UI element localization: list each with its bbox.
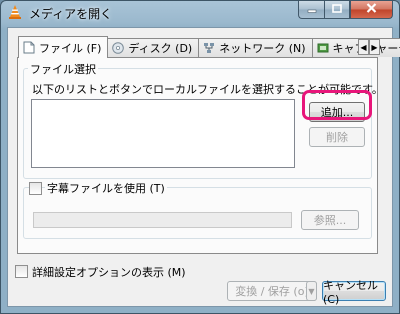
subtitle-browse-button[interactable]: 参照... [301, 210, 359, 230]
chevron-down-icon: ▼ [308, 286, 315, 296]
tab-scroll-right-button[interactable]: ▶ [369, 39, 380, 55]
subtitle-checkbox-label: 字幕ファイルを使用 (T) [45, 180, 167, 196]
convert-save-button[interactable]: 変換 / 保存 (o) [227, 281, 317, 301]
advanced-options-checkbox[interactable] [15, 265, 28, 278]
tab-network-label: ネットワーク (N) [219, 42, 306, 55]
tab-scroll-buttons: ◀ ▶ [358, 39, 380, 55]
network-icon [203, 42, 215, 54]
subtitle-group: 字幕ファイルを使用 (T) 参照... [23, 180, 372, 239]
convert-save-dropdown[interactable]: ▼ [306, 281, 317, 301]
maximize-button[interactable] [324, 1, 350, 19]
add-button-highlight [302, 90, 372, 120]
capture-icon [317, 42, 329, 54]
tab-disc-label: ディスク (D) [128, 42, 193, 55]
arrow-right-icon: ▶ [371, 42, 378, 52]
arrow-left-icon: ◀ [360, 42, 367, 52]
file-tab-panel: ファイル選択 以下のリストとボタンでローカルファイルを選択することが可能です。 … [17, 57, 383, 254]
file-selection-title: ファイル選択 [28, 61, 98, 77]
tab-file[interactable]: ファイル (F) [18, 36, 109, 58]
tab-scroll-left-button[interactable]: ◀ [358, 39, 369, 55]
tab-network[interactable]: ネットワーク (N) [198, 38, 313, 57]
caption-buttons [298, 1, 393, 20]
vlc-cone-icon [7, 4, 23, 20]
tab-file-label: ファイル (F) [39, 41, 102, 55]
minimize-icon [307, 3, 317, 16]
tab-disc[interactable]: ディスク (D) [107, 38, 200, 57]
cancel-button[interactable]: キャンセル (C) [322, 279, 386, 306]
remove-file-button[interactable]: 削除 [309, 127, 365, 147]
open-media-dialog: メディアを開く ファイル (F) ディスク (D) ネットワーク (N) ◀ ▶… [0, 0, 400, 314]
file-selection-group: ファイル選択 以下のリストとボタンでローカルファイルを選択することが可能です。 … [23, 61, 383, 179]
file-icon [23, 41, 35, 54]
file-list[interactable] [31, 99, 295, 168]
close-button[interactable] [350, 1, 393, 19]
subtitle-checkbox[interactable] [29, 182, 42, 195]
maximize-icon [332, 3, 342, 16]
title-bar: メディアを開く [1, 1, 399, 25]
window-title: メディアを開く [29, 7, 113, 21]
subtitle-path-field[interactable] [33, 212, 292, 228]
convert-save-label: 変換 / 保存 (o) [235, 285, 309, 298]
tab-bar: ファイル (F) ディスク (D) ネットワーク (N) キャプチャーデ [18, 36, 400, 58]
close-icon [366, 3, 377, 16]
tab-capture[interactable]: キャプチャーデ [311, 38, 400, 57]
dialog-client-area: ファイル (F) ディスク (D) ネットワーク (N) キャプチャーデ [7, 27, 400, 307]
advanced-options-label: 詳細設定オプションの表示 (M) [32, 266, 186, 279]
disc-icon [112, 42, 125, 54]
minimize-button[interactable] [298, 1, 324, 19]
